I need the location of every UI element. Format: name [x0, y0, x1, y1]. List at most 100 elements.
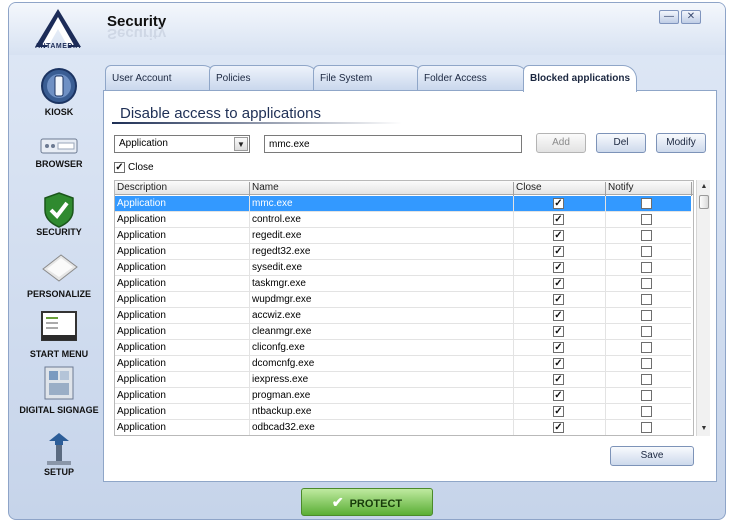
table-row[interactable]: Application cleanmgr.exe ✓: [115, 324, 691, 340]
modify-button[interactable]: Modify: [656, 133, 706, 153]
table-row[interactable]: Application progman.exe ✓: [115, 388, 691, 404]
cell-divider: [249, 324, 250, 340]
table-row[interactable]: Application ntbackup.exe ✓: [115, 404, 691, 420]
notify-cell-checkbox[interactable]: [641, 422, 652, 433]
table-row[interactable]: Application control.exe ✓: [115, 212, 691, 228]
cell-description: Application: [117, 342, 166, 353]
close-cell-checkbox[interactable]: ✓: [553, 294, 564, 305]
cell-divider: [605, 276, 606, 292]
close-checkbox[interactable]: ✓: [114, 162, 125, 173]
tab-policies[interactable]: Policies: [209, 65, 319, 91]
column-header-notify[interactable]: Notify: [608, 182, 634, 193]
tab-file-system[interactable]: File System: [313, 65, 425, 91]
title-bar: ANTAMEDIA Security Security — ✕: [9, 3, 725, 55]
close-cell-checkbox[interactable]: ✓: [553, 390, 564, 401]
table-row[interactable]: Application dcomcnfg.exe ✓: [115, 356, 691, 372]
sidebar-item-kiosk[interactable]: KIOSK: [19, 67, 99, 123]
notify-cell-checkbox[interactable]: [641, 278, 652, 289]
close-cell-checkbox[interactable]: ✓: [553, 342, 564, 353]
column-header-description[interactable]: Description: [117, 182, 167, 193]
notify-cell-checkbox[interactable]: [641, 390, 652, 401]
sidebar-item-security[interactable]: SECURITY: [19, 191, 99, 247]
del-button[interactable]: Del: [596, 133, 646, 153]
notify-cell-checkbox[interactable]: [641, 342, 652, 353]
tab-user-account[interactable]: User Account: [105, 65, 217, 91]
notify-cell-checkbox[interactable]: [641, 214, 652, 225]
cell-description: Application: [117, 294, 166, 305]
close-cell-checkbox[interactable]: ✓: [553, 214, 564, 225]
save-button[interactable]: Save: [610, 446, 694, 466]
cell-divider: [513, 228, 514, 244]
cell-divider: [249, 196, 250, 212]
add-button[interactable]: Add: [536, 133, 586, 153]
table-row[interactable]: Application sysedit.exe ✓: [115, 260, 691, 276]
notify-cell-checkbox[interactable]: [641, 406, 652, 417]
close-cell-checkbox[interactable]: ✓: [553, 406, 564, 417]
sidebar-item-digital-signage[interactable]: DIGITAL SIGNAGE: [19, 365, 99, 421]
cell-description: Application: [117, 390, 166, 401]
column-header-name[interactable]: Name: [252, 182, 279, 193]
table-row[interactable]: Application accwiz.exe ✓: [115, 308, 691, 324]
sidebar-item-browser[interactable]: BROWSER: [19, 127, 99, 183]
notify-cell-checkbox[interactable]: [641, 246, 652, 257]
close-cell-checkbox[interactable]: ✓: [553, 358, 564, 369]
scroll-up-icon[interactable]: ▲: [697, 180, 711, 194]
cell-name: cleanmgr.exe: [252, 326, 312, 337]
table-row[interactable]: Application cliconfg.exe ✓: [115, 340, 691, 356]
close-cell-checkbox[interactable]: ✓: [553, 230, 564, 241]
close-cell-checkbox[interactable]: ✓: [553, 198, 564, 209]
protect-button[interactable]: ✔ PROTECT: [301, 488, 433, 516]
notify-cell-checkbox[interactable]: [641, 198, 652, 209]
cell-divider: [513, 244, 514, 260]
close-cell-checkbox[interactable]: ✓: [553, 422, 564, 433]
sidebar-label-personalize: PERSONALIZE: [26, 289, 91, 299]
cell-divider: [249, 356, 250, 372]
table-row[interactable]: Application regedit.exe ✓: [115, 228, 691, 244]
notify-cell-checkbox[interactable]: [641, 358, 652, 369]
sidebar-item-personalize[interactable]: PERSONALIZE: [19, 249, 99, 305]
sidebar-item-start-menu[interactable]: START MENU: [19, 309, 99, 365]
table-row[interactable]: Application regedt32.exe ✓: [115, 244, 691, 260]
personalize-icon: [42, 254, 78, 282]
chevron-down-icon[interactable]: ▼: [234, 137, 248, 151]
content-area: User Account Policies File System Folder…: [103, 65, 717, 483]
notify-cell-checkbox[interactable]: [641, 310, 652, 321]
cell-description: Application: [117, 310, 166, 321]
tab-folder-access[interactable]: Folder Access: [417, 65, 529, 91]
minimize-button[interactable]: —: [659, 10, 679, 24]
cell-divider: [513, 372, 514, 388]
column-header-close[interactable]: Close: [516, 182, 542, 193]
cell-description: Application: [117, 374, 166, 385]
close-cell-checkbox[interactable]: ✓: [553, 326, 564, 337]
type-select-value: Application: [119, 138, 168, 149]
notify-cell-checkbox[interactable]: [641, 374, 652, 385]
tab-blocked-applications[interactable]: Blocked applications: [523, 65, 637, 92]
table-row[interactable]: Application wupdmgr.exe ✓: [115, 292, 691, 308]
notify-cell-checkbox[interactable]: [641, 326, 652, 337]
page-title-reflection: Security: [107, 25, 167, 42]
notify-cell-checkbox[interactable]: [641, 294, 652, 305]
cell-divider: [605, 244, 606, 260]
table-row[interactable]: Application odbcad32.exe ✓: [115, 420, 691, 435]
close-cell-checkbox[interactable]: ✓: [553, 246, 564, 257]
notify-cell-checkbox[interactable]: [641, 262, 652, 273]
type-select[interactable]: Application ▼: [114, 135, 250, 153]
notify-cell-checkbox[interactable]: [641, 230, 652, 241]
close-cell-checkbox[interactable]: ✓: [553, 310, 564, 321]
cell-description: Application: [117, 262, 166, 273]
scroll-thumb[interactable]: [699, 195, 709, 209]
close-window-button[interactable]: ✕: [681, 10, 701, 24]
application-name-input[interactable]: [264, 135, 522, 153]
sidebar-item-setup[interactable]: SETUP: [19, 431, 99, 487]
setup-icon: [47, 433, 71, 465]
table-scrollbar[interactable]: ▲ ▼: [696, 180, 710, 436]
cell-divider: [513, 212, 514, 228]
table-row[interactable]: Application taskmgr.exe ✓: [115, 276, 691, 292]
close-cell-checkbox[interactable]: ✓: [553, 374, 564, 385]
scroll-down-icon[interactable]: ▼: [697, 422, 711, 436]
table-row[interactable]: Application iexpress.exe ✓: [115, 372, 691, 388]
close-cell-checkbox[interactable]: ✓: [553, 278, 564, 289]
cell-divider: [513, 420, 514, 435]
close-cell-checkbox[interactable]: ✓: [553, 262, 564, 273]
table-row[interactable]: Application mmc.exe ✓: [115, 196, 691, 212]
